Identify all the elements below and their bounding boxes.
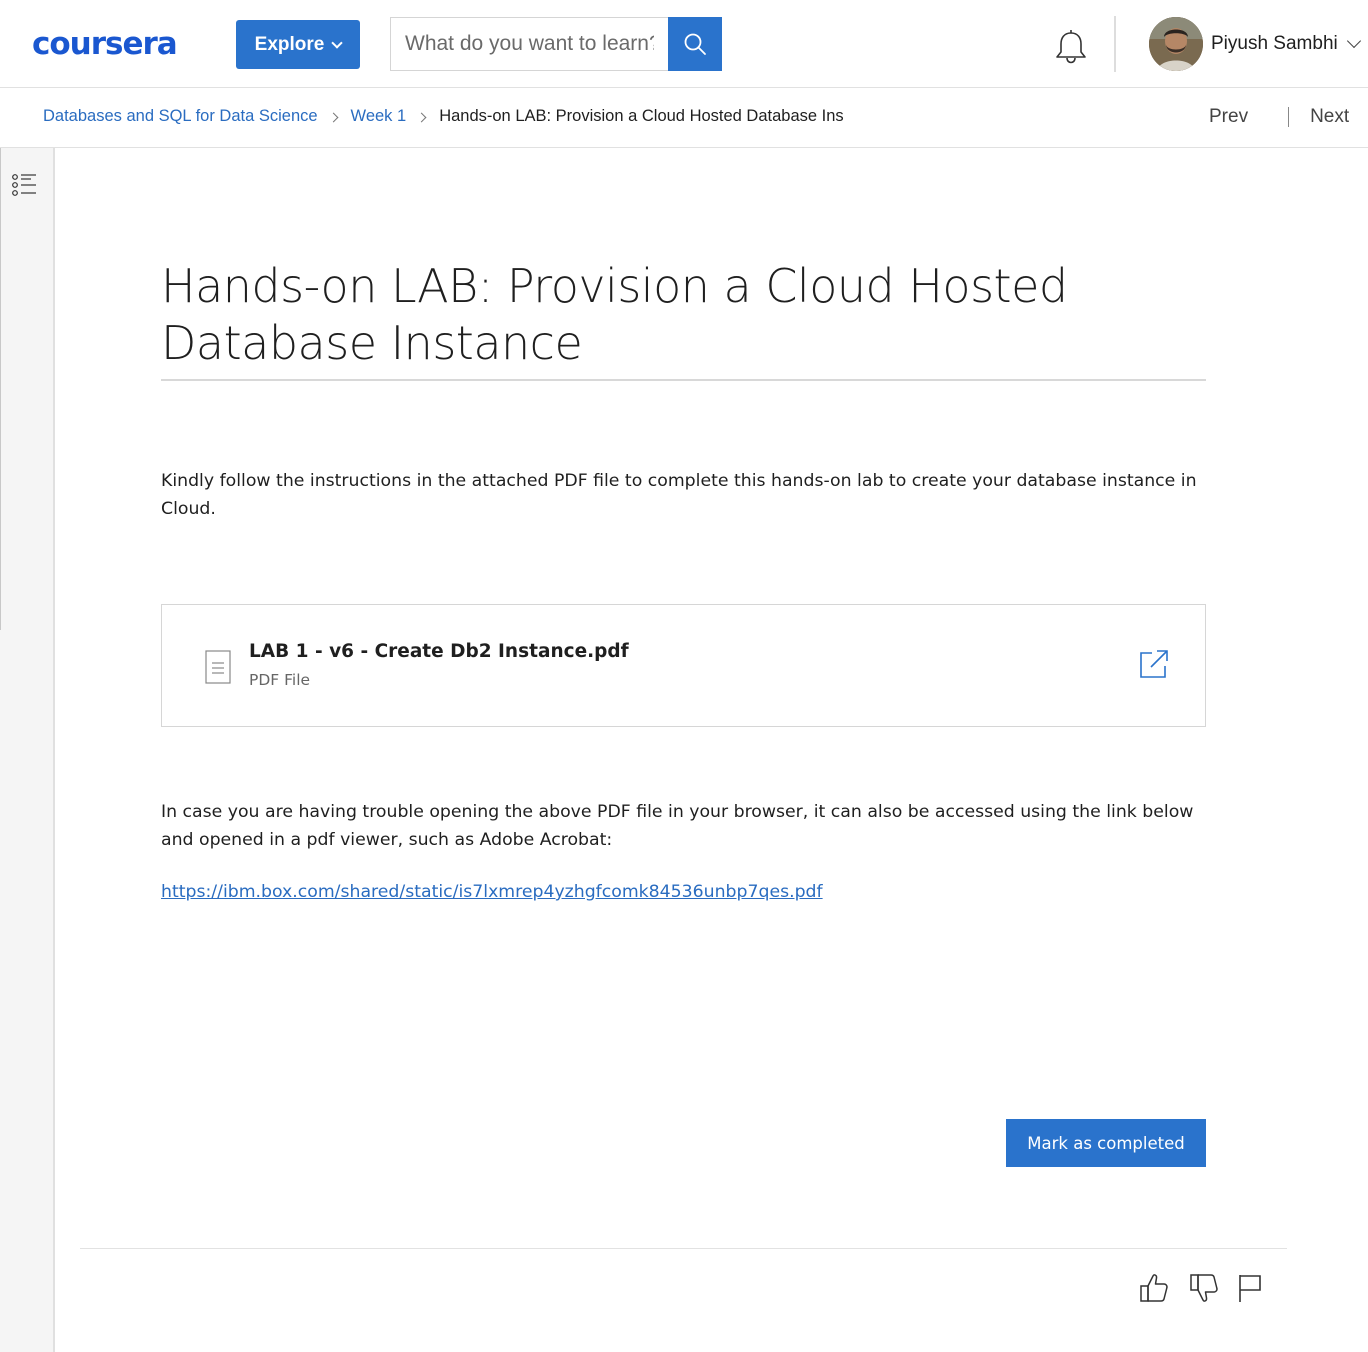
page-title: Hands-on LAB: Provision a Cloud Hosted D… bbox=[161, 259, 1068, 370]
sidebar-edge bbox=[0, 148, 1, 630]
nav-divider bbox=[1288, 107, 1290, 127]
bell-icon[interactable] bbox=[1051, 27, 1091, 67]
breadcrumb: Databases and SQL for Data Science Week … bbox=[43, 107, 845, 126]
pdf-link[interactable]: https://ibm.box.com/shared/static/is7lxm… bbox=[161, 882, 823, 902]
breadcrumb-bar: Databases and SQL for Data Science Week … bbox=[0, 88, 1368, 148]
chevron-right-icon bbox=[416, 112, 427, 123]
chevron-right-icon bbox=[328, 112, 338, 123]
top-header: coursera Explore Piyush Sambhi bbox=[0, 0, 1368, 88]
mark-as-completed-button[interactable]: Mark as completed bbox=[1006, 1119, 1206, 1167]
explore-button[interactable]: Explore bbox=[236, 20, 360, 69]
file-type: PDF File bbox=[249, 671, 311, 689]
chevron-down-icon bbox=[331, 36, 344, 49]
search-icon bbox=[684, 33, 706, 55]
title-divider bbox=[161, 379, 1206, 381]
thumbs-down-icon[interactable] bbox=[1189, 1272, 1219, 1304]
document-icon bbox=[205, 650, 231, 684]
flag-icon[interactable] bbox=[1236, 1272, 1266, 1304]
avatar[interactable] bbox=[1149, 17, 1203, 71]
file-attachment-card[interactable]: LAB 1 - v6 - Create Db2 Instance.pdf PDF… bbox=[161, 604, 1206, 727]
footer-divider bbox=[80, 1248, 1287, 1249]
search-button[interactable] bbox=[668, 17, 722, 71]
user-menu-chevron-icon[interactable] bbox=[1346, 33, 1362, 49]
avatar-image bbox=[1149, 17, 1203, 71]
user-name[interactable]: Piyush Sambhi bbox=[1211, 32, 1338, 56]
intro-text: Kindly follow the instructions in the at… bbox=[161, 471, 1197, 519]
coursera-logo[interactable]: coursera bbox=[32, 28, 178, 60]
next-button[interactable]: Next bbox=[1310, 106, 1349, 128]
header-divider bbox=[1114, 16, 1116, 72]
search-input[interactable] bbox=[391, 18, 668, 70]
file-name[interactable]: LAB 1 - v6 - Create Db2 Instance.pdf bbox=[249, 641, 629, 662]
breadcrumb-course[interactable]: Databases and SQL for Data Science bbox=[43, 107, 318, 126]
thumbs-up-icon[interactable] bbox=[1139, 1272, 1169, 1304]
trouble-text: In case you are having trouble opening t… bbox=[161, 802, 1194, 850]
prev-button[interactable]: Prev bbox=[1209, 106, 1248, 128]
explore-label: Explore bbox=[254, 33, 325, 55]
breadcrumb-week[interactable]: Week 1 bbox=[351, 107, 407, 126]
prev-next-nav: Prev Next bbox=[1209, 106, 1349, 128]
breadcrumb-current: Hands-on LAB: Provision a Cloud Hosted D… bbox=[439, 107, 844, 125]
list-icon[interactable] bbox=[11, 172, 37, 198]
search-field bbox=[390, 17, 668, 71]
external-link-icon[interactable] bbox=[1139, 649, 1169, 679]
left-sidebar bbox=[0, 148, 55, 1352]
